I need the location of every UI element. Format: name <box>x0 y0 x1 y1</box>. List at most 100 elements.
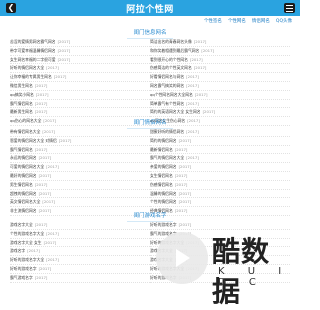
list-item[interactable]: 女生网名幸福的二字很可爱 [2017] <box>10 56 150 65</box>
list-item[interactable]: 甜蜜好听的情侣网名 [2017] <box>150 128 290 137</box>
list-item-title: 看到很开心的个性网名 <box>150 56 188 62</box>
sub-navigation: 个性签名 个性网名 情侣网名 QQ头像 <box>0 17 300 25</box>
list-item-date: [2017] <box>34 181 48 187</box>
list-item[interactable]: 最新情侣网名 [2017] <box>150 146 290 155</box>
list-item[interactable]: 和你笑着相遇到最后霸气网名 [2017] <box>150 47 290 56</box>
list-item[interactable]: 超拽的情侣网名 [2017] <box>10 190 150 199</box>
list-item-date: [2017] <box>46 230 59 236</box>
top-bar: ❮ 阿拉个性网 <box>0 0 300 16</box>
list-item[interactable]: 简约的英语网名大全 女生网名 [2017] <box>150 108 290 118</box>
list-item-title: qq个性网名网名大全网名 <box>150 91 193 97</box>
list-item[interactable]: qq搞笑小网名 [2017] <box>10 91 150 100</box>
list-item-title: 好听的游戏名字 <box>10 265 37 271</box>
list-item-date: [2017] <box>186 100 199 106</box>
list-item[interactable]: 英文情侣网名大全 [2017] <box>10 198 150 208</box>
list-item-title: 英文情侣网名大全 <box>10 199 41 205</box>
list-item[interactable]: 好听的游戏名字大全 [2017] <box>10 256 150 265</box>
list-item[interactable]: 好听的游戏名字大全 [2017] <box>150 265 290 274</box>
section-list: 苦涩的爱情男网名霸气网名 [2017] 简洁出名的青春网名头像 [2017] 带字可爱幸… <box>10 38 290 126</box>
list-item-title: 让你幸福的专属男生网名 <box>10 74 52 80</box>
subnav-netname[interactable]: 个性网名 <box>228 18 246 24</box>
menu-button[interactable] <box>284 3 295 13</box>
list-item-date: [2017] <box>58 137 72 143</box>
list-item[interactable]: 最好的情侣网名 [2017] <box>10 172 150 181</box>
list-item[interactable]: 让你幸福的专属男生网名 [2017] <box>10 73 150 82</box>
list-item-date: [2017] <box>186 239 199 245</box>
list-item-date: [2017] <box>27 248 40 254</box>
list-item[interactable]: 微信男生网名 [2017] <box>10 82 150 91</box>
list-item-date: [2017] <box>201 47 214 53</box>
list-item-date: [2017] <box>34 82 48 88</box>
list-item[interactable]: 游戏名字大全 [2017] <box>150 247 290 257</box>
list-item[interactable]: 好听的情侣网名大全 [2017] <box>10 64 150 74</box>
list-item[interactable]: 游戏名字大全 女生 [2017] <box>10 239 150 248</box>
list-item-title: 霸气的情侣网名大全 <box>150 155 185 161</box>
list-item[interactable]: 永远的情侣网名 [2017] <box>10 154 150 164</box>
list-item-title: 网名霸气搞笑的网名 <box>150 82 185 88</box>
list-item-title: 霸气的游戏名字 <box>150 230 177 236</box>
list-item[interactable]: 霸气情侣网名 [2017] <box>10 146 150 155</box>
list-item-date: [2017] <box>174 257 188 263</box>
list-item[interactable]: 看到很开心的个性网名 [2017] <box>150 56 290 65</box>
list-item-date: [2017] <box>38 190 52 196</box>
list-item[interactable]: 苦涩的爱情男网名霸气网名 [2017] <box>10 38 150 47</box>
list-item[interactable]: 游戏名字大全 [2017] <box>150 256 290 265</box>
list-item[interactable]: 可爱的情侣网名大全 [2017] <box>10 163 150 172</box>
subnav-couple-name[interactable]: 情侣网名 <box>252 18 270 24</box>
list-item-date: [2017] <box>57 47 71 53</box>
list-item[interactable]: 简约的情侣网名 [2017] <box>150 137 290 146</box>
list-item[interactable]: 网名霸气搞笑的网名 [2017] <box>150 82 290 91</box>
list-item-date: [2017] <box>46 257 59 263</box>
section-list: 带有情侣网名大全 [2017] 甜蜜好听的情侣网名 [2017] 恩爱的情侣网名大全 对… <box>10 128 290 216</box>
list-item-title: 苦涩的爱情男网名霸气网名 <box>10 39 56 44</box>
list-item-title: 带有情侣网名大全 <box>10 129 41 134</box>
list-item[interactable]: 女生情侣网名 [2017] <box>150 172 290 181</box>
list-item[interactable]: 霸气的情侣网名大全 [2017] <box>150 154 290 164</box>
list-item[interactable]: 霸气游戏名字 [2017] <box>10 274 150 283</box>
menu-icon-line <box>286 4 293 6</box>
list-item[interactable]: 伤感简洁的个性英文网名 [2017] <box>150 64 290 74</box>
list-item-title: 女生网名幸福的二字很可爱 <box>10 56 56 62</box>
list-item[interactable]: 游戏名字 [2017] <box>10 247 150 257</box>
list-item[interactable]: 带字可爱幸福温馨情侣网名 [2017] <box>10 47 150 56</box>
list-item[interactable]: 好听的游戏名字 [2017] <box>150 221 290 230</box>
list-item-title: 游戏名字大全 <box>10 222 33 227</box>
list-item[interactable]: 温馨的情侣网名 [2017] <box>150 190 290 199</box>
list-item-title: 带字可爱幸福温馨情侣网名 <box>10 47 56 53</box>
list-item[interactable]: 简洁出名的青春网名头像 [2017] <box>150 38 290 47</box>
list-item-title: 简单霸气有个性网名 <box>150 100 185 106</box>
list-item[interactable]: 伤感情侣网名 [2017] <box>150 181 290 190</box>
list-item[interactable]: 好听的游戏名字 [2017] <box>150 274 290 283</box>
list-item-title: 游戏名字大全 <box>150 248 173 254</box>
list-item-title: 微信男生网名 <box>10 82 33 88</box>
list-item-title: 伤感情侣网名 <box>150 181 173 187</box>
list-item-date: [2017] <box>202 109 216 115</box>
list-item-date: [2017] <box>38 155 52 161</box>
subnav-qq-avatar[interactable]: QQ头像 <box>276 18 292 24</box>
list-item[interactable]: 简单霸气有个性网名 [2017] <box>150 100 290 109</box>
subnav-signature[interactable]: 个性签名 <box>204 18 222 24</box>
list-item[interactable]: 亲爱的情侣网名 [2017] <box>150 163 290 172</box>
list-item[interactable]: 带有情侣网名大全 [2017] <box>10 128 150 137</box>
list-item-title: 最新情侣网名 <box>150 146 173 152</box>
list-item[interactable]: 霸气情侣网名 [2017] <box>10 100 150 109</box>
list-item[interactable]: 好听的游戏名字 [2017] <box>10 265 150 274</box>
list-item[interactable]: 个性的情侣网名 [2017] <box>150 198 290 208</box>
list-item-date: [2017] <box>189 56 203 62</box>
list-item-title: 温馨的情侣网名 <box>150 190 177 196</box>
menu-icon-line <box>286 7 293 9</box>
list-item-title: 女生情侣网名 <box>150 172 173 178</box>
list-item[interactable]: qq个性网名网名大全网名 [2017] <box>150 91 290 100</box>
list-item-title: 恩爱的情侣网名大全 对情侣 <box>10 137 57 143</box>
list-item[interactable]: 游戏名字大全 [2017] <box>10 221 150 230</box>
list-item[interactable]: 个性的游戏名字大全 [2017] <box>10 230 150 239</box>
list-item[interactable]: 最新男生网名 [2017] <box>10 108 150 118</box>
list-item[interactable]: 霸气的游戏名字 [2017] <box>150 230 290 239</box>
list-item-title: 简约的英语网名大全 女生网名 <box>150 109 201 115</box>
list-item-date: [2017] <box>178 274 192 280</box>
list-item[interactable]: 好听的游戏名字大全 [2017] <box>150 239 290 248</box>
list-item[interactable]: 好看情侣网名与网名 [2017] <box>150 73 290 82</box>
list-item[interactable]: 男生情侣网名 [2017] <box>10 181 150 190</box>
list-item-title: 好听的游戏名字大全 <box>150 239 185 245</box>
list-item[interactable]: 恩爱的情侣网名大全 对情侣 [2017] <box>10 137 150 146</box>
